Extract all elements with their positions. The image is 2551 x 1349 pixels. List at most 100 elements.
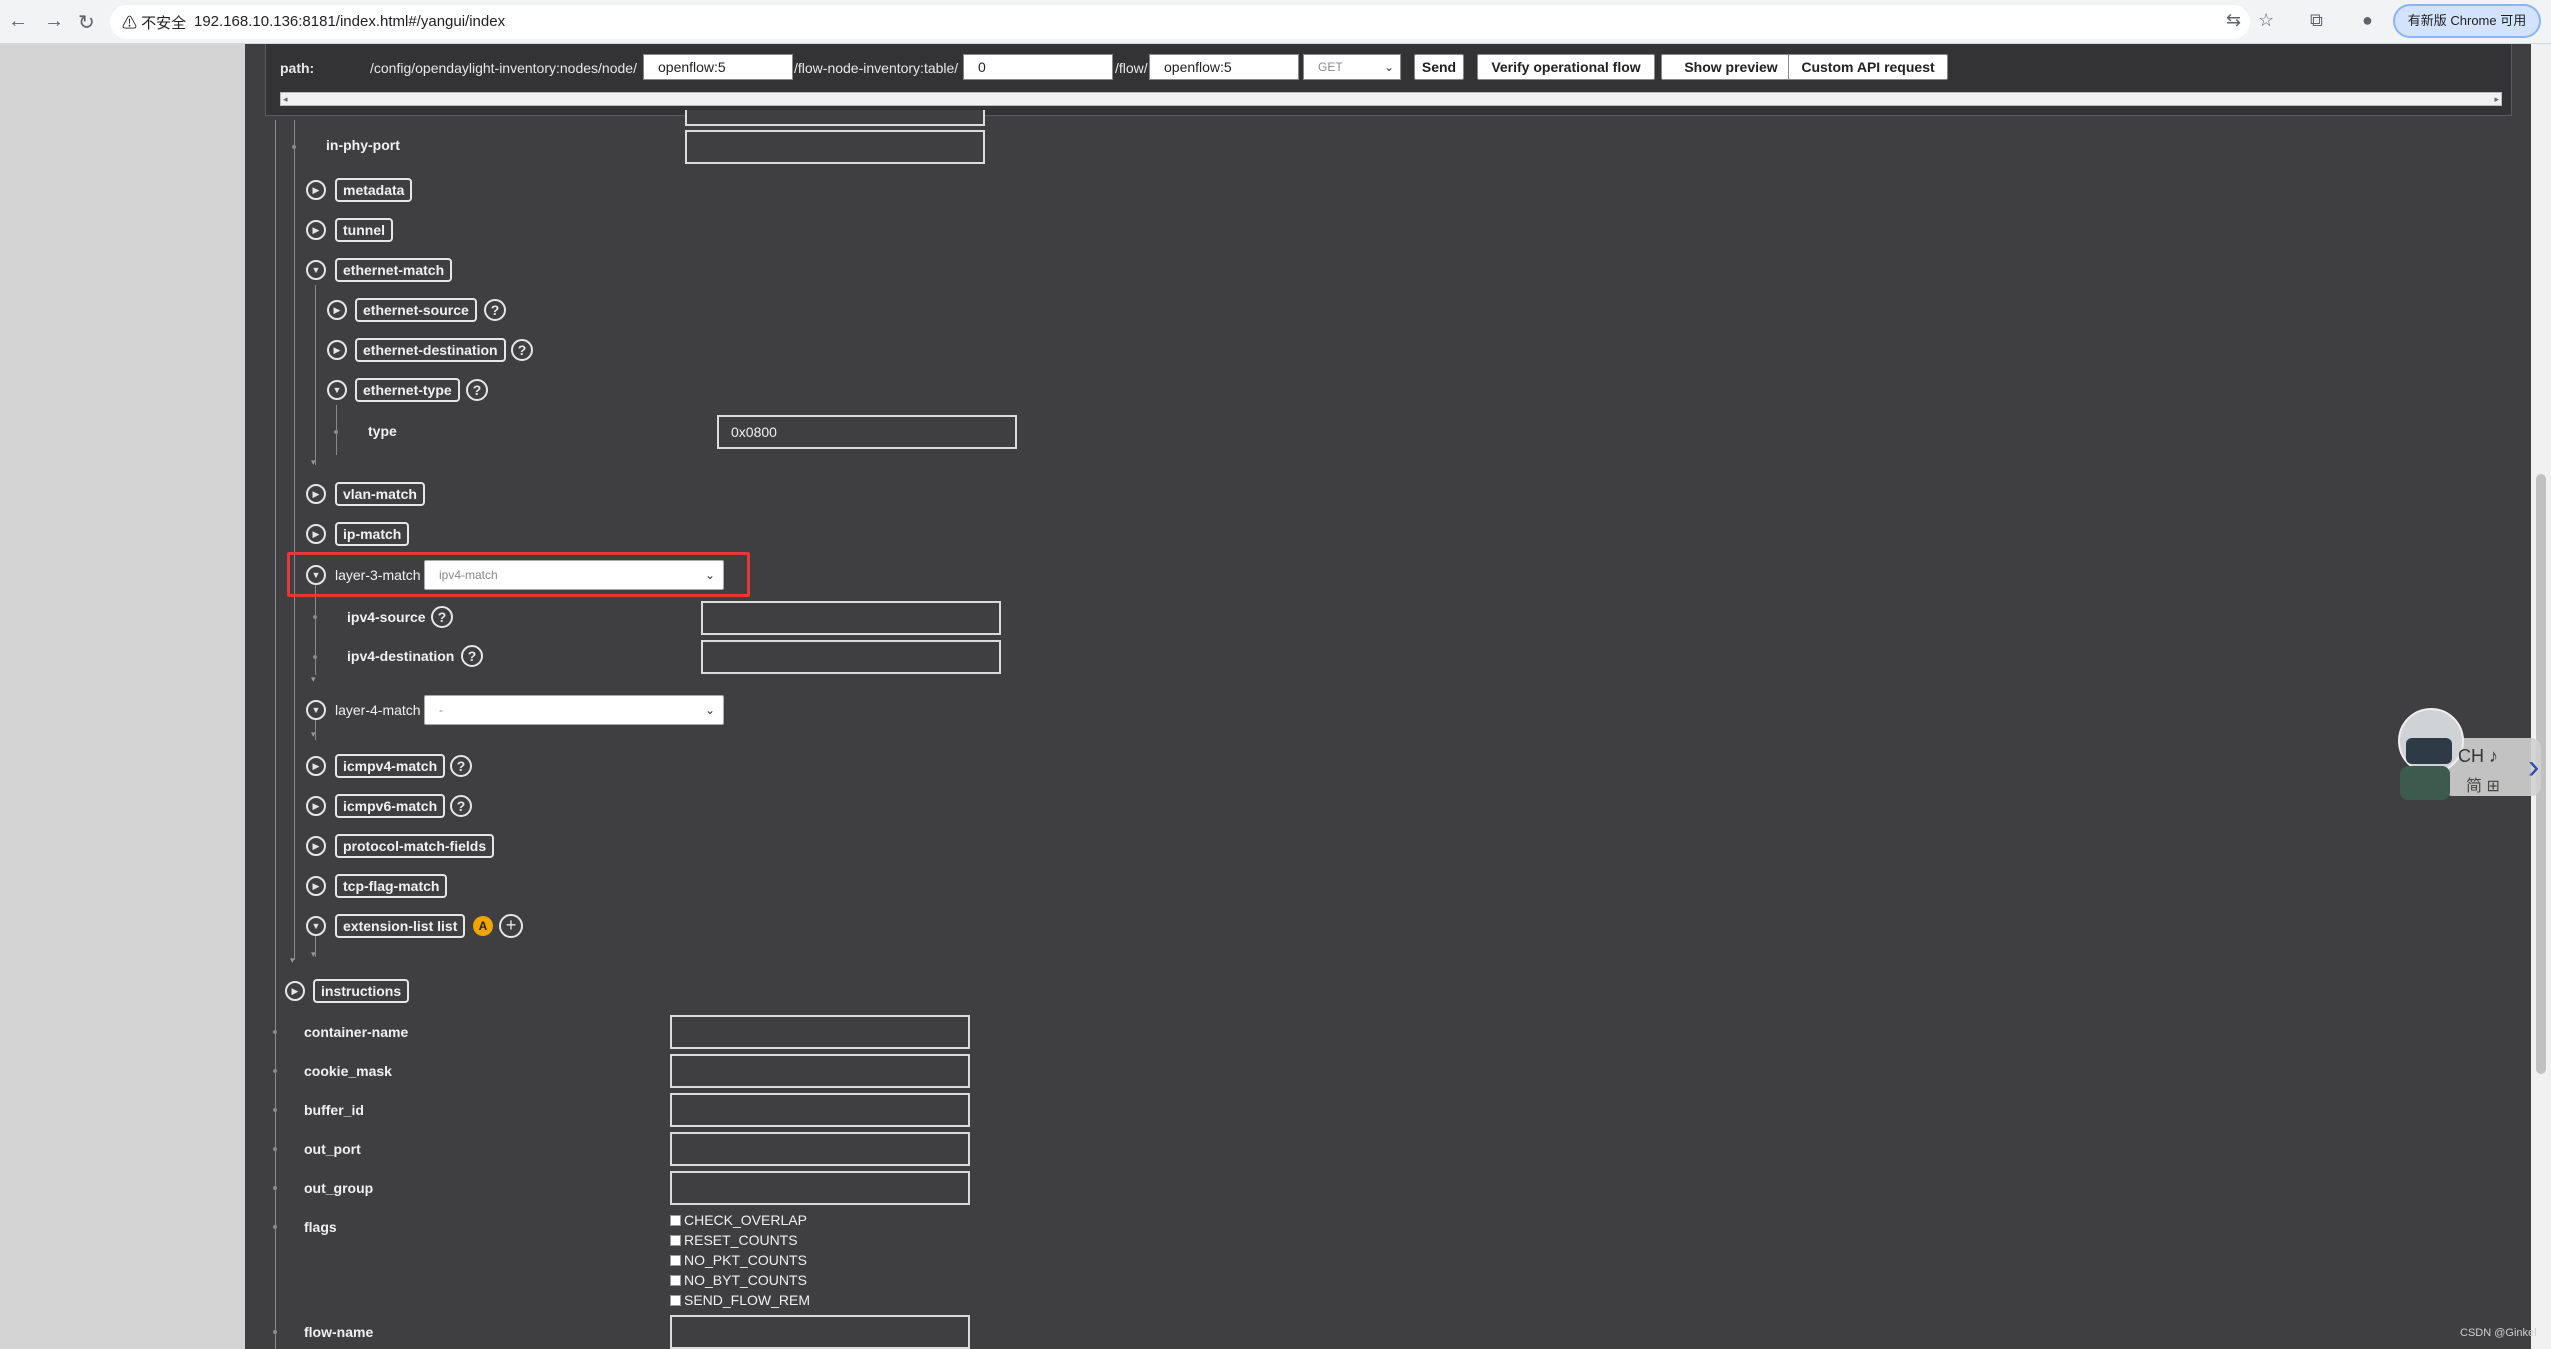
container-name-label: container-name bbox=[304, 1024, 409, 1040]
layer-4-match-select[interactable]: - ⌄ bbox=[424, 695, 724, 725]
watermark: CSDN @Ginkel bbox=[2460, 1327, 2537, 1339]
layer-3-match-select[interactable]: ipv4-match ⌄ bbox=[424, 560, 724, 590]
extension-list-button[interactable]: extension-list list bbox=[335, 914, 466, 938]
tcp-flag-match-button[interactable]: tcp-flag-match bbox=[335, 874, 448, 898]
flag-option[interactable]: NO_BYT_COUNTS bbox=[670, 1272, 807, 1288]
buffer-id-input[interactable] bbox=[670, 1093, 970, 1127]
scroll-left-icon[interactable]: ◂ bbox=[283, 93, 288, 105]
collapse-icon[interactable]: ▼ bbox=[306, 565, 326, 585]
forward-icon[interactable]: → bbox=[44, 10, 64, 33]
icmpv6-match-button[interactable]: icmpv6-match bbox=[335, 794, 446, 818]
expand-icon[interactable]: ▶ bbox=[306, 756, 326, 776]
ethernet-destination-button[interactable]: ethernet-destination bbox=[355, 338, 506, 362]
ethernet-source-button[interactable]: ethernet-source bbox=[355, 298, 477, 322]
back-icon[interactable]: ← bbox=[8, 10, 28, 33]
protocol-match-fields-button[interactable]: protocol-match-fields bbox=[335, 834, 495, 858]
expand-icon[interactable]: ▶ bbox=[306, 220, 326, 240]
flag-option[interactable]: NO_PKT_COUNTS bbox=[670, 1252, 807, 1268]
checkbox[interactable] bbox=[670, 1255, 681, 1266]
help-icon[interactable]: ? bbox=[450, 795, 472, 817]
cookie-mask-label: cookie_mask bbox=[304, 1063, 392, 1079]
chevron-right-icon[interactable]: › bbox=[2528, 748, 2539, 787]
expand-icon[interactable]: ▶ bbox=[306, 180, 326, 200]
instructions-button[interactable]: instructions bbox=[313, 979, 410, 1003]
security-label[interactable]: ⚠ 不安全 bbox=[122, 12, 186, 33]
partial-input[interactable] bbox=[685, 110, 985, 126]
flag-option[interactable]: CHECK_OVERLAP bbox=[670, 1212, 807, 1228]
augmentation-icon[interactable]: A bbox=[473, 916, 493, 936]
bookmark-star-icon[interactable]: ☆ bbox=[2258, 10, 2274, 31]
expand-icon[interactable]: ▶ bbox=[306, 796, 326, 816]
ime-layout-label: 简 ⊞ bbox=[2466, 778, 2500, 795]
expand-icon[interactable]: ▶ bbox=[327, 340, 347, 360]
extensions-icon[interactable]: ⧉ bbox=[2310, 10, 2323, 31]
ime-mascot-widget[interactable]: CH ♪ 简 ⊞ › bbox=[2388, 696, 2551, 806]
help-icon[interactable]: ? bbox=[466, 379, 488, 401]
expand-icon[interactable]: ▶ bbox=[327, 300, 347, 320]
send-button[interactable]: Send bbox=[1414, 54, 1464, 80]
collapse-icon[interactable]: ▼ bbox=[306, 916, 326, 936]
horizontal-scrollbar[interactable]: ◂ ▸ bbox=[280, 92, 2502, 106]
expand-icon[interactable]: ▶ bbox=[306, 876, 326, 896]
collapse-icon[interactable]: ▼ bbox=[306, 700, 326, 720]
tree-dot bbox=[334, 430, 338, 434]
in-phy-port-input[interactable] bbox=[685, 130, 985, 164]
cookie-mask-input[interactable] bbox=[670, 1054, 970, 1088]
show-preview-button[interactable]: Show preview bbox=[1661, 54, 1801, 80]
flag-option[interactable]: SEND_FLOW_REM bbox=[670, 1292, 810, 1308]
address-bar[interactable]: ⚠ 不安全 192.168.10.136:8181/index.html#/ya… bbox=[110, 5, 2250, 39]
tunnel-button[interactable]: tunnel bbox=[335, 218, 393, 242]
custom-api-request-button[interactable]: Custom API request bbox=[1788, 54, 1948, 80]
profile-icon[interactable]: ● bbox=[2362, 10, 2373, 31]
add-icon[interactable]: + bbox=[499, 914, 523, 938]
table-id-input[interactable]: 0 bbox=[963, 54, 1113, 80]
collapse-icon[interactable]: ▼ bbox=[306, 260, 326, 280]
help-icon[interactable]: ? bbox=[484, 299, 506, 321]
ipv4-source-input[interactable] bbox=[701, 601, 1001, 635]
checkbox[interactable] bbox=[670, 1295, 681, 1306]
vlan-match-button[interactable]: vlan-match bbox=[335, 482, 425, 506]
ipv4-destination-input[interactable] bbox=[701, 640, 1001, 674]
scroll-right-icon[interactable]: ▸ bbox=[2494, 93, 2499, 105]
out-group-input[interactable] bbox=[670, 1171, 970, 1205]
tree-dot bbox=[273, 1225, 277, 1229]
method-select[interactable]: GET ⌄ bbox=[1303, 54, 1401, 80]
chevron-down-icon: ⌄ bbox=[704, 703, 715, 717]
expand-icon[interactable]: ▶ bbox=[285, 981, 305, 1001]
ip-match-button[interactable]: ip-match bbox=[335, 522, 410, 546]
metadata-button[interactable]: metadata bbox=[335, 178, 413, 202]
type-label: type bbox=[368, 423, 397, 439]
layer-3-match-label: layer-3-match bbox=[335, 567, 421, 583]
reload-icon[interactable]: ↻ bbox=[78, 10, 95, 35]
out-port-input[interactable] bbox=[670, 1132, 970, 1166]
collapse-icon[interactable]: ▼ bbox=[327, 380, 347, 400]
help-icon[interactable]: ? bbox=[431, 606, 453, 628]
container-name-input[interactable] bbox=[670, 1015, 970, 1049]
help-icon[interactable]: ? bbox=[511, 339, 533, 361]
mascot-mask-icon bbox=[2406, 738, 2452, 764]
chrome-update-button[interactable]: 有新版 Chrome 可用 bbox=[2393, 4, 2541, 38]
type-input[interactable]: 0x0800 bbox=[717, 415, 1017, 449]
translate-icon[interactable]: ⇆ bbox=[2226, 10, 2241, 31]
url-text[interactable]: 192.168.10.136:8181/index.html#/yangui/i… bbox=[194, 13, 505, 30]
ethernet-type-button[interactable]: ethernet-type bbox=[355, 378, 460, 402]
expand-icon[interactable]: ▶ bbox=[306, 524, 326, 544]
tree-line bbox=[275, 120, 276, 1349]
flag-option[interactable]: RESET_COUNTS bbox=[670, 1232, 798, 1248]
flow-id-input[interactable]: openflow:5 bbox=[1149, 54, 1299, 80]
ethernet-match-button[interactable]: ethernet-match bbox=[335, 258, 453, 282]
icmpv4-match-button[interactable]: icmpv4-match bbox=[335, 754, 446, 778]
flow-name-input[interactable] bbox=[670, 1315, 970, 1349]
out-group-label: out_group bbox=[304, 1180, 374, 1196]
help-icon[interactable]: ? bbox=[461, 645, 483, 667]
checkbox[interactable] bbox=[670, 1215, 681, 1226]
help-icon[interactable]: ? bbox=[450, 755, 472, 777]
expand-icon[interactable]: ▶ bbox=[306, 484, 326, 504]
checkbox[interactable] bbox=[670, 1275, 681, 1286]
tree-dot bbox=[313, 615, 317, 619]
node-id-input[interactable]: openflow:5 bbox=[643, 54, 793, 80]
path-segment-table: /flow-node-inventory:table/ bbox=[794, 60, 959, 76]
verify-operational-flow-button[interactable]: Verify operational flow bbox=[1477, 54, 1655, 80]
checkbox[interactable] bbox=[670, 1235, 681, 1246]
expand-icon[interactable]: ▶ bbox=[306, 836, 326, 856]
